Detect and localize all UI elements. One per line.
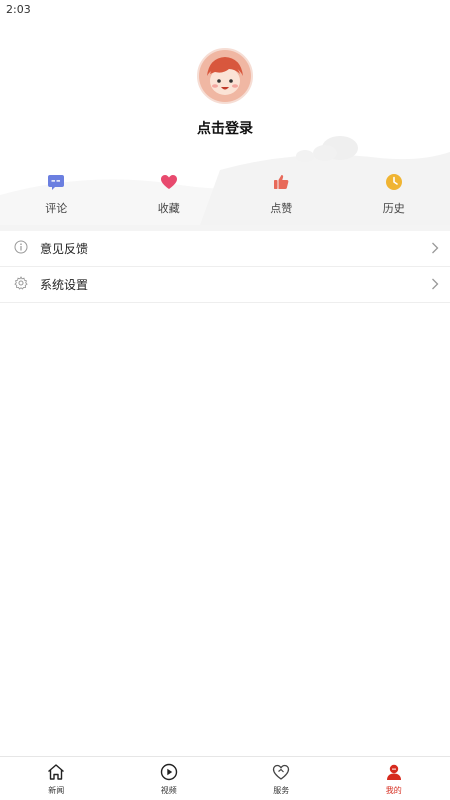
bottom-tab-bar: 新闻 视频 服务 我的: [0, 756, 450, 800]
user-icon: [386, 764, 401, 780]
tab-label: 服务: [273, 786, 290, 795]
menu-item-label: 意见反馈: [40, 242, 89, 256]
quick-action-label: 点赞: [270, 202, 293, 215]
tab-label: 我的: [385, 786, 402, 795]
status-time: 2:03: [6, 3, 31, 16]
gear-icon: [14, 276, 28, 290]
heart-icon: [160, 175, 177, 189]
menu-item-feedback[interactable]: 意见反馈: [0, 231, 450, 267]
tab-news[interactable]: 新闻: [0, 757, 113, 800]
chevron-right-icon: [432, 278, 439, 290]
quick-actions-row: 评论 收藏 点赞 历史: [0, 170, 450, 220]
tab-service[interactable]: 服务: [225, 757, 338, 800]
avatar-face-icon: [199, 50, 251, 102]
menu-item-label: 系统设置: [40, 278, 89, 292]
quick-action-favorites[interactable]: 收藏: [113, 170, 226, 220]
quick-action-label: 历史: [382, 202, 405, 215]
service-heart-icon: [273, 764, 290, 780]
settings-menu: 意见反馈 系统设置: [0, 231, 450, 303]
quick-action-history[interactable]: 历史: [338, 170, 450, 220]
quick-action-label: 评论: [45, 202, 68, 215]
chevron-right-icon: [432, 242, 439, 254]
quick-action-label: 收藏: [157, 202, 180, 215]
tab-label: 新闻: [48, 786, 65, 795]
home-icon: [48, 764, 65, 780]
tab-mine[interactable]: 我的: [338, 757, 450, 800]
info-icon: [14, 240, 28, 254]
thumbs-up-icon: [274, 175, 289, 189]
quick-action-comments[interactable]: 评论: [0, 170, 113, 220]
tab-video[interactable]: 视频: [113, 757, 226, 800]
status-bar: 2:03: [0, 0, 450, 20]
avatar[interactable]: [197, 48, 253, 104]
play-icon: [160, 763, 177, 781]
comment-icon: [48, 175, 65, 190]
profile-header: 点击登录 评论 收藏 点赞 历史: [0, 20, 450, 225]
clock-icon: [385, 174, 402, 190]
quick-action-likes[interactable]: 点赞: [225, 170, 338, 220]
tab-label: 视频: [160, 786, 177, 795]
menu-item-settings[interactable]: 系统设置: [0, 267, 450, 303]
login-link[interactable]: 点击登录: [0, 118, 450, 138]
